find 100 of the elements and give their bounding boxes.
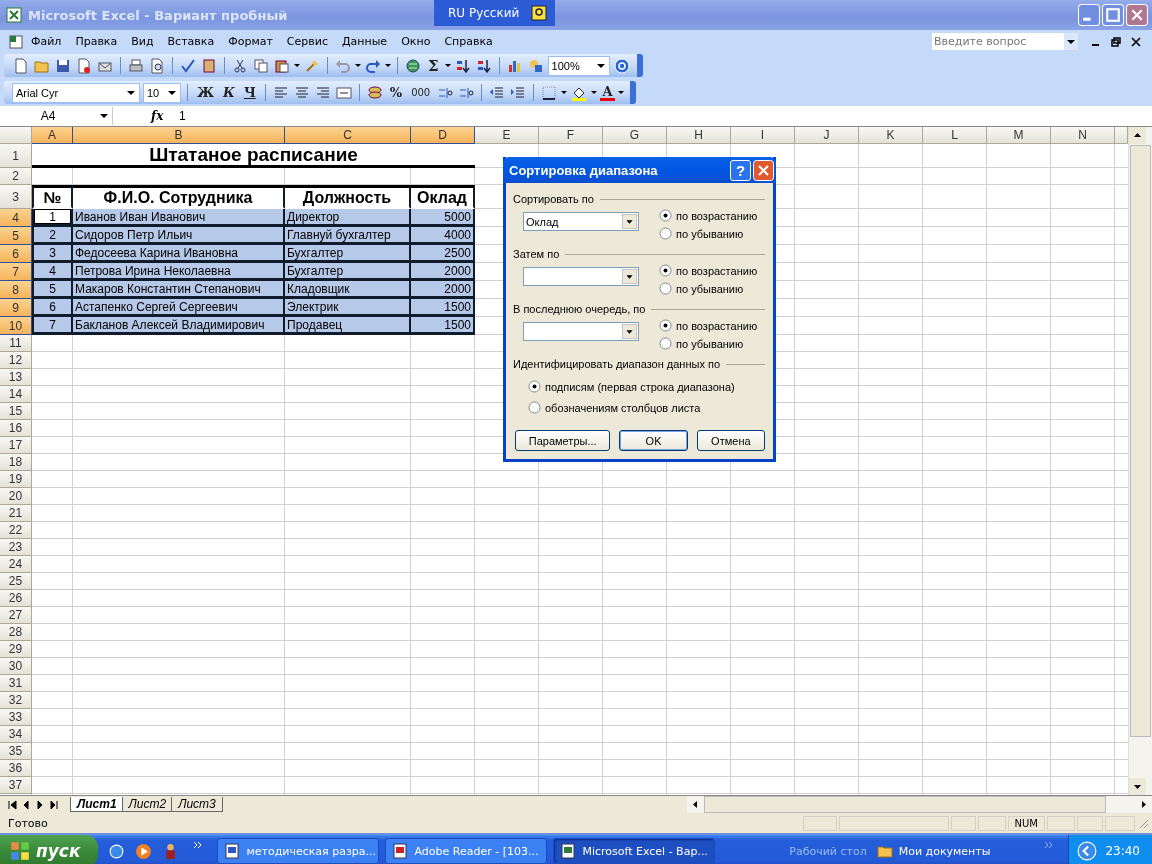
radio-button[interactable] xyxy=(659,337,672,350)
row-header[interactable]: 33 xyxy=(0,709,32,726)
row-header[interactable]: 10 xyxy=(0,317,32,335)
row-header[interactable]: 17 xyxy=(0,437,32,454)
row-header[interactable]: 14 xyxy=(0,386,32,403)
thousands-button[interactable]: 000 xyxy=(408,87,434,98)
sort-ascending-icon[interactable] xyxy=(454,57,471,74)
book-icon[interactable] xyxy=(201,57,217,74)
autosum-button[interactable]: Σ xyxy=(425,56,442,75)
radio-label[interactable]: по возрастанию xyxy=(676,209,758,222)
row-header[interactable]: 29 xyxy=(0,641,32,658)
row-header[interactable]: 35 xyxy=(0,743,32,760)
dropdown-arrow-icon[interactable] xyxy=(622,324,637,339)
radio-label[interactable]: по убыванию xyxy=(676,337,744,350)
row-header[interactable]: 37 xyxy=(0,777,32,794)
start-button[interactable]: пуск xyxy=(0,835,99,864)
caret-icon[interactable] xyxy=(444,64,451,67)
menu-item[interactable]: Правка xyxy=(68,35,125,48)
sheet-tab[interactable]: Лист3 xyxy=(171,797,223,812)
row-header[interactable]: 9 xyxy=(0,299,32,317)
row-header[interactable]: 5 xyxy=(0,227,32,245)
dropdown-button[interactable] xyxy=(1064,33,1078,50)
column-header[interactable]: C xyxy=(285,127,411,144)
taskbar-button[interactable]: Adobe Reader - [103... xyxy=(385,838,548,864)
row-header[interactable]: 3 xyxy=(0,185,32,209)
scissors-icon[interactable] xyxy=(232,57,248,74)
column-header[interactable]: E xyxy=(475,127,539,144)
radio-label[interactable]: по возрастанию xyxy=(676,264,758,277)
row-header[interactable]: 2 xyxy=(0,168,32,185)
save-icon[interactable] xyxy=(55,57,71,74)
caret-icon[interactable] xyxy=(561,91,568,94)
row-header[interactable]: 26 xyxy=(0,590,32,607)
percent-button[interactable]: % xyxy=(386,85,406,100)
language-label[interactable]: RU Русский xyxy=(448,6,520,20)
my-documents-link[interactable]: Мои документы xyxy=(898,844,991,858)
column-header[interactable]: L xyxy=(923,127,987,144)
row-header[interactable]: 30 xyxy=(0,658,32,675)
row-header[interactable]: 8 xyxy=(0,281,32,299)
column-header[interactable]: I xyxy=(731,127,795,144)
redo-icon[interactable] xyxy=(365,57,381,74)
chevron-icon[interactable] xyxy=(1044,841,1055,849)
row-header[interactable]: 16 xyxy=(0,420,32,437)
help-icon[interactable] xyxy=(531,5,548,21)
row-header[interactable]: 24 xyxy=(0,556,32,573)
italic-button[interactable]: К xyxy=(220,85,238,100)
copy-icon[interactable] xyxy=(253,57,269,74)
new-document-icon[interactable] xyxy=(13,57,29,74)
column-header[interactable]: J xyxy=(795,127,859,144)
caret-icon[interactable] xyxy=(617,91,624,94)
permission-icon[interactable] xyxy=(76,57,92,74)
expand-tray-icon[interactable] xyxy=(1077,841,1098,861)
row-header[interactable]: 20 xyxy=(0,488,32,505)
dropdown-arrow-icon[interactable] xyxy=(622,269,637,284)
menu-item[interactable]: Данные xyxy=(334,35,395,48)
caret-icon[interactable] xyxy=(591,91,598,94)
vertical-scrollbar[interactable] xyxy=(1128,127,1152,795)
workbook-icon[interactable] xyxy=(8,33,24,50)
row-header[interactable]: 12 xyxy=(0,352,32,369)
minimize-button[interactable] xyxy=(1078,4,1100,26)
taskbar-button[interactable]: методическая разра... xyxy=(217,838,380,864)
dropdown-arrow-icon[interactable] xyxy=(622,214,637,229)
column-header[interactable]: K xyxy=(859,127,923,144)
globe-icon[interactable] xyxy=(405,57,421,74)
row-header[interactable]: 32 xyxy=(0,692,32,709)
radio-button[interactable] xyxy=(659,282,672,295)
menu-item[interactable]: Файл xyxy=(24,35,69,48)
align-center-icon[interactable] xyxy=(293,84,310,101)
radio-button[interactable] xyxy=(528,401,541,414)
dropdown-arrow-icon[interactable] xyxy=(127,90,135,95)
radio-label[interactable]: подписям (первая строка диапазона) xyxy=(545,380,735,393)
formula-input[interactable]: 1 xyxy=(175,109,1152,123)
close-button[interactable] xyxy=(753,159,774,181)
folder-icon[interactable] xyxy=(876,843,893,859)
sort-descending-icon[interactable] xyxy=(475,57,492,74)
menu-item[interactable]: Вид xyxy=(124,35,161,48)
sheet-tab[interactable]: Лист1 xyxy=(70,797,124,812)
row-header[interactable]: 25 xyxy=(0,573,32,590)
row-header[interactable]: 21 xyxy=(0,505,32,522)
row-header[interactable]: 36 xyxy=(0,760,32,777)
currency-icon[interactable] xyxy=(366,84,383,101)
maximize-button[interactable] xyxy=(1102,4,1124,26)
column-header[interactable]: H xyxy=(667,127,731,144)
close-icon[interactable] xyxy=(1131,36,1141,47)
caret-icon[interactable] xyxy=(294,64,300,67)
radio-label[interactable]: по убыванию xyxy=(676,282,744,295)
dialog-button[interactable]: Параметры... xyxy=(515,430,611,451)
row-header[interactable]: 11 xyxy=(0,335,32,352)
dropdown-arrow-icon[interactable] xyxy=(596,63,605,68)
menu-item[interactable]: Формат xyxy=(221,35,280,48)
insert-function-button[interactable]: fx xyxy=(151,109,175,123)
restore-icon[interactable] xyxy=(1111,36,1121,47)
sort-key-combo[interactable]: Оклад xyxy=(523,212,639,231)
outdent-icon[interactable] xyxy=(489,84,506,101)
menu-item[interactable]: Сервис xyxy=(279,35,335,48)
caret-icon[interactable] xyxy=(385,64,391,67)
font-size-combo[interactable]: 10 xyxy=(143,82,181,103)
radio-button[interactable] xyxy=(659,264,672,277)
underline-button[interactable]: Ч xyxy=(240,85,259,100)
column-header[interactable]: A xyxy=(32,127,73,144)
scroll-thumb[interactable] xyxy=(1130,145,1151,737)
